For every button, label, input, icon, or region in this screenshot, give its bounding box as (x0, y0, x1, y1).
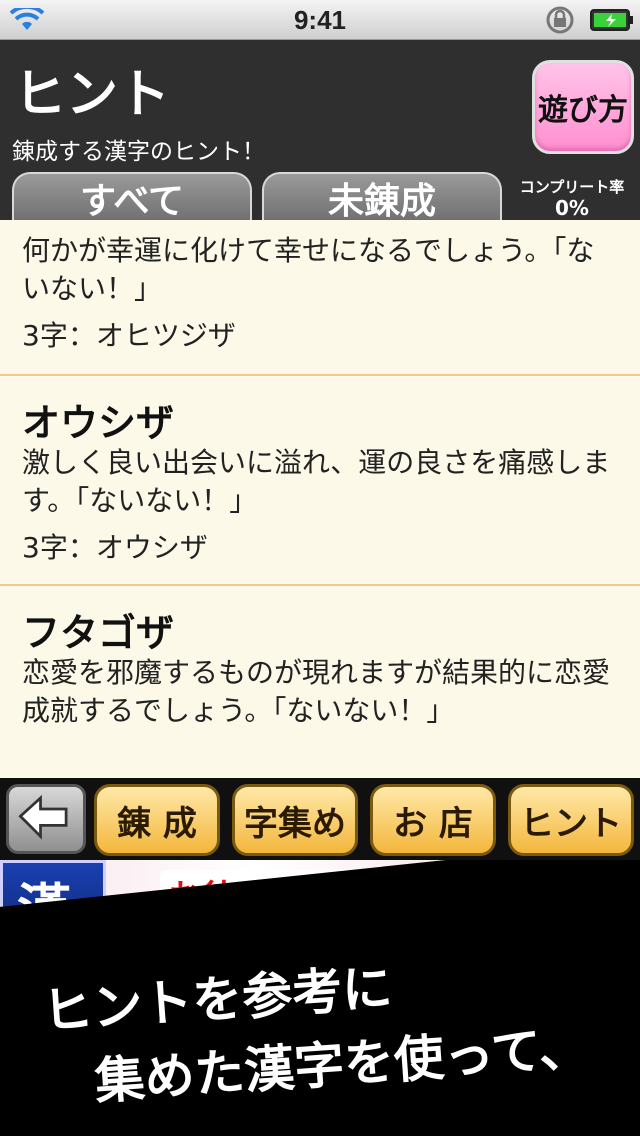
tab-all[interactable]: すべて (12, 172, 252, 222)
nav-shop-button[interactable]: お 店 (370, 784, 496, 856)
complete-rate-label: コンプリート率 (519, 178, 625, 196)
nav-refine-button[interactable]: 錬 成 (94, 784, 220, 856)
page-title: ヒント (14, 65, 171, 125)
hint-count: 3字：オヒツジザ (22, 319, 236, 352)
nav-collect-button[interactable]: 字集め (232, 784, 358, 856)
hint-list[interactable]: 何かが幸運に化けて幸せになるでしょう。「ないない！」 3字：オヒツジザ オウシザ… (0, 220, 640, 778)
back-button[interactable] (6, 784, 86, 854)
bottom-nav: 錬 成 字集め お 店 ヒント (0, 778, 640, 860)
status-bar: 9:41 (0, 0, 640, 40)
promo-banner[interactable]: 漢 練 金 お待ちしておりますぞ！ ヒントを参考に 集めた漢字を使って、 (0, 860, 640, 1136)
battery-icon (590, 9, 633, 31)
hint-description: 恋愛を邪魔するものが現れますが結果的に恋愛成就するでしょう。「ないない！」 (22, 656, 611, 727)
howto-button[interactable]: 遊び方 (532, 60, 634, 154)
header: ヒント 錬成する漢字のヒント！ 遊び方 すべて 未錬成 コンプリート率 0% (0, 40, 640, 222)
tab-unrefined[interactable]: 未錬成 (262, 172, 502, 222)
hint-description: 激しく良い出会いに溢れ、運の良さを痛感します。「ないない！」 (22, 446, 611, 517)
hint-description: 何かが幸運に化けて幸せになるでしょう。「ないない！」 (22, 234, 595, 305)
list-item[interactable]: オウシザ 激しく良い出会いに溢れ、運の良さを痛感します。「ないない！」 3字：オ… (0, 376, 640, 586)
list-item[interactable]: フタゴザ 恋愛を邪魔するものが現れますが結果的に恋愛成就するでしょう。「ないない… (0, 586, 640, 778)
rotation-lock-icon (546, 6, 574, 34)
back-arrow-icon (18, 794, 68, 840)
list-item[interactable]: 何かが幸運に化けて幸せになるでしょう。「ないない！」 3字：オヒツジザ (0, 220, 640, 376)
hint-count: 3字：オウシザ (22, 531, 208, 564)
nav-hint-button[interactable]: ヒント (508, 784, 634, 856)
hint-name: オウシザ (22, 401, 175, 445)
hint-name: フタゴザ (22, 611, 175, 655)
page-subtitle: 錬成する漢字のヒント！ (12, 139, 265, 165)
complete-rate-value: 0% (555, 196, 589, 220)
